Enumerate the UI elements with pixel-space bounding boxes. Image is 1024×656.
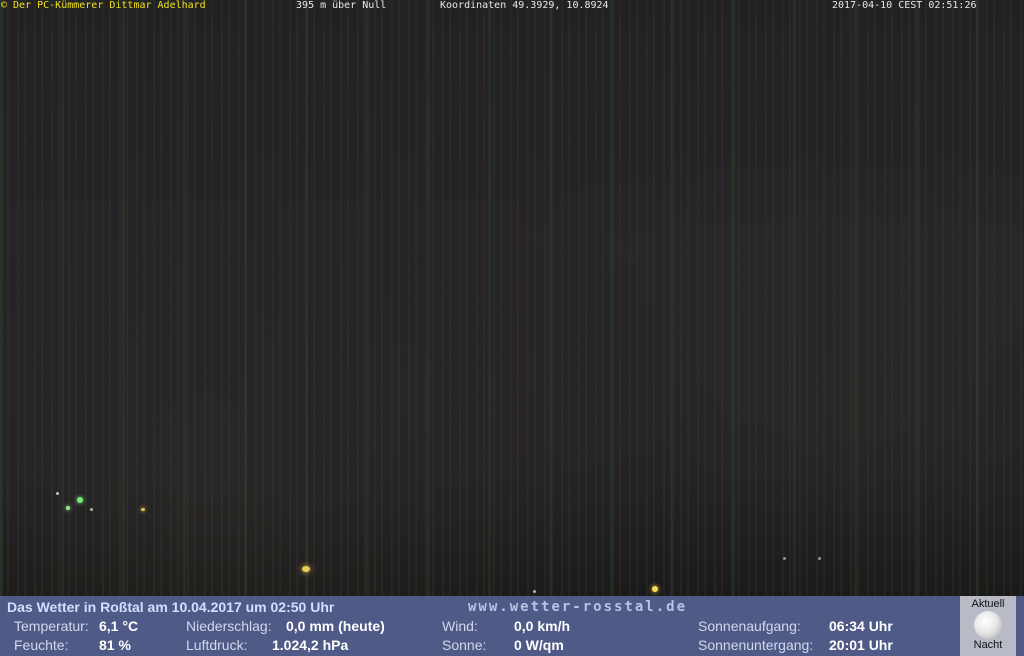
coordinates-text: Koordinaten 49.3929, 10.8924	[440, 0, 609, 11]
light-point	[533, 590, 536, 593]
light-point	[56, 492, 59, 495]
light-point	[818, 557, 821, 560]
light-point	[77, 497, 83, 503]
wind-label: Wind:	[442, 618, 478, 634]
sunrise-label: Sonnenaufgang:	[698, 618, 801, 634]
moon-caption-top: Aktuell	[971, 598, 1005, 610]
webcam-page: © Der PC-Kümmerer Dittmar Adelhard 395 m…	[0, 0, 1024, 656]
temperature-value: 6,1 °C	[99, 618, 139, 634]
full-moon-icon	[974, 611, 1002, 639]
copyright-text: © Der PC-Kümmerer Dittmar Adelhard	[1, 0, 206, 11]
weather-panel: Das Wetter in Roßtal am 10.04.2017 um 02…	[0, 596, 1024, 656]
precipitation-label: Niederschlag:	[186, 618, 272, 634]
light-point	[90, 508, 93, 511]
moon-caption-bottom: Nacht	[973, 639, 1003, 651]
light-point	[141, 508, 145, 511]
wind-value: 0,0 km/h	[514, 618, 571, 634]
humidity-value: 81 %	[99, 637, 131, 653]
light-point	[783, 557, 786, 560]
light-point	[66, 506, 70, 510]
precipitation-value: 0,0 mm (heute)	[286, 618, 385, 634]
sun-value: 0 W/qm	[514, 637, 564, 653]
website-link[interactable]: www.wetter-rosstal.de	[468, 599, 687, 615]
light-point	[652, 586, 658, 592]
camera-overlay-bar: © Der PC-Kümmerer Dittmar Adelhard 395 m…	[0, 0, 1024, 11]
moon-phase-box: Aktuell Nacht	[960, 596, 1016, 656]
weather-title: Das Wetter in Roßtal am 10.04.2017 um 02…	[7, 599, 335, 615]
webcam-image	[0, 0, 1024, 596]
sunrise-value: 06:34 Uhr	[829, 618, 893, 634]
sunset-value: 20:01 Uhr	[829, 637, 893, 653]
sun-label: Sonne:	[442, 637, 487, 653]
pressure-label: Luftdruck:	[186, 637, 248, 653]
altitude-text: 395 m über Null	[296, 0, 387, 11]
temperature-label: Temperatur:	[14, 618, 89, 634]
pressure-value: 1.024,2 hPa	[272, 637, 349, 653]
light-point	[302, 566, 310, 572]
humidity-label: Feuchte:	[14, 637, 69, 653]
sunset-label: Sonnenuntergang:	[698, 637, 814, 653]
timestamp-text: 2017-04-10 CEST 02:51:26	[832, 0, 977, 11]
